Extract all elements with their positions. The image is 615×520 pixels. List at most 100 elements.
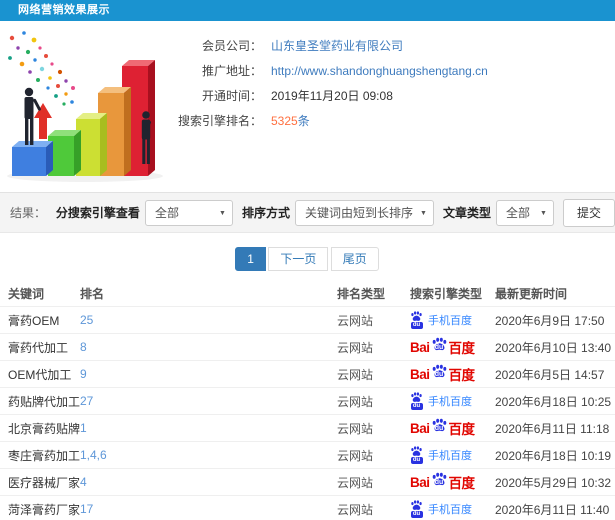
- du-label: du: [434, 371, 444, 378]
- rank-link[interactable]: 9: [80, 367, 337, 381]
- du-label: du: [434, 425, 444, 432]
- pagination: 1 下一页 尾页: [0, 247, 615, 271]
- rank-link[interactable]: 1: [80, 421, 337, 435]
- rank-count-label: 搜索引擎排名：: [178, 114, 263, 128]
- engine-cell: Bai du 百度: [410, 364, 495, 384]
- update-time-cell: 2020年6月11日 11:40: [495, 502, 610, 517]
- du-label: du: [434, 479, 444, 486]
- mobile-baidu-label: 手机百度: [428, 450, 472, 462]
- rank-link[interactable]: 8: [80, 340, 337, 354]
- mobile-baidu-label: 手机百度: [428, 396, 472, 408]
- table-row: OEM代加工 9 云网站 Bai du 百度 2020年6月5日 14:57: [0, 360, 615, 387]
- page-1-button[interactable]: 1: [235, 247, 266, 271]
- sort-label: 排序方式: [241, 206, 290, 220]
- rank-type-cell: 云网站: [337, 394, 374, 409]
- rank-type-cell: 云网站: [337, 502, 374, 517]
- baidu-logo-bai: Bai: [410, 339, 430, 355]
- open-time-value: 2019年11月20日 09:08: [271, 89, 393, 103]
- open-time-label: 开通时间：: [201, 89, 262, 103]
- engine-filter-select[interactable]: 全部 ▼: [144, 199, 233, 226]
- promo-url-label: 推广地址：: [201, 64, 262, 78]
- du-badge: du: [410, 403, 423, 410]
- keyword-cell: 医疗器械厂家: [8, 475, 81, 490]
- du-badge: du: [410, 511, 423, 518]
- baidu-paw-icon: du: [410, 392, 423, 410]
- update-time-cell: 2020年5月29日 10:32: [495, 475, 612, 490]
- filter-bar: 结果： 分搜索引擎查看 全部 ▼ 排序方式 关键词由短到长排序 ▼ 文章类型 全…: [0, 192, 615, 233]
- chevron-down-icon: ▼: [219, 209, 226, 217]
- update-time-cell: 2020年6月9日 17:50: [495, 313, 605, 328]
- confetti-dots: [8, 31, 75, 106]
- baidu-paw-icon: du: [410, 446, 423, 464]
- results-table: 关键词 排名 排名类型 搜索引擎类型 最新更新时间 膏药OEM 25 云网站 d…: [0, 281, 615, 520]
- rank-link[interactable]: 27: [80, 394, 337, 408]
- growth-chart-illustration: [0, 26, 178, 184]
- engine-filter-label: 分搜索引擎查看: [55, 206, 140, 220]
- info-row-company: 会员公司： 山东皇圣堂药业有限公司: [178, 34, 615, 59]
- table-row: 北京膏药贴牌 1 云网站 Bai du 百度 2020年6月11日 11:18: [0, 414, 615, 441]
- header-update-time: 最新更新时间: [495, 287, 568, 301]
- keyword-cell: 膏药代加工: [8, 340, 69, 355]
- rank-count-value[interactable]: 5325条: [271, 109, 310, 134]
- keyword-cell: 菏泽膏药厂家: [8, 502, 81, 517]
- info-row-open-time: 开通时间： 2019年11月20日 09:08: [178, 84, 615, 109]
- table-header-row: 关键词 排名 排名类型 搜索引擎类型 最新更新时间: [0, 281, 615, 306]
- baidu-logo-name: 百度: [448, 476, 476, 491]
- info-row-url: 推广地址： http://www.shandonghuangshengtang.…: [178, 59, 615, 84]
- sort-value: 关键词由短到长排序: [304, 205, 413, 220]
- baidu-paw-icon: du: [431, 364, 448, 380]
- article-type-label: 文章类型: [442, 206, 491, 220]
- bar-blue: [12, 141, 53, 176]
- header-engine-type: 搜索引擎类型: [410, 287, 483, 301]
- baidu-logo-name: 百度: [448, 422, 476, 437]
- table-row: 膏药代加工 8 云网站 Bai du 百度 2020年6月10日 13:40: [0, 333, 615, 360]
- baidu-logo-name: 百度: [448, 341, 476, 356]
- keyword-cell: 药贴牌代加工: [8, 394, 81, 409]
- article-type-select[interactable]: 全部 ▼: [495, 199, 554, 226]
- engine-cell: Bai du 百度: [410, 418, 495, 438]
- next-page-button[interactable]: 下一页: [268, 247, 329, 271]
- baidu-paw-icon: du: [431, 337, 448, 353]
- rank-link[interactable]: 17: [80, 502, 337, 516]
- info-row-rank-count: 搜索引擎排名： 5325条: [178, 109, 615, 134]
- update-time-cell: 2020年6月5日 14:57: [495, 367, 605, 382]
- du-badge: du: [410, 457, 423, 464]
- top-section: 会员公司： 山东皇圣堂药业有限公司 推广地址： http://www.shand…: [0, 21, 615, 186]
- bar-chart-growth-image: [7, 31, 163, 182]
- rank-link[interactable]: 25: [80, 313, 337, 327]
- table-row: 枣庄膏药加工 1,4,6 云网站 du 手机百度 2020年6月18日 10:1…: [0, 441, 615, 468]
- rank-link[interactable]: 1,4,6: [80, 448, 337, 462]
- rank-type-cell: 云网站: [337, 421, 374, 436]
- promo-url-link[interactable]: http://www.shandonghuangshengtang.cn: [271, 59, 488, 84]
- article-type-value: 全部: [505, 205, 530, 220]
- header-keyword: 关键词: [8, 287, 45, 301]
- update-time-cell: 2020年6月11日 11:18: [495, 421, 610, 436]
- table-row: 药贴牌代加工 27 云网站 du 手机百度 2020年6月18日 10:25: [0, 387, 615, 414]
- baidu-paw-icon: du: [410, 311, 423, 329]
- company-link[interactable]: 山东皇圣堂药业有限公司: [271, 34, 403, 59]
- baidu-logo-bai: Bai: [410, 366, 430, 382]
- baidu-logo: Bai du 百度: [410, 418, 475, 438]
- sort-select[interactable]: 关键词由短到长排序 ▼: [294, 199, 434, 226]
- baidu-logo: Bai du 百度: [410, 472, 475, 492]
- engine-filter-value: 全部: [154, 205, 179, 220]
- mobile-baidu-label: 手机百度: [428, 315, 472, 327]
- baidu-logo-bai: Bai: [410, 474, 430, 490]
- table-row: 菏泽膏药厂家 17 云网站 du 手机百度 2020年6月11日 11:40: [0, 495, 615, 520]
- keyword-cell: 北京膏药贴牌: [8, 421, 81, 436]
- rank-link[interactable]: 4: [80, 475, 337, 489]
- mobile-baidu-logo: du 手机百度: [410, 392, 472, 410]
- baidu-logo: Bai du 百度: [410, 337, 475, 357]
- chevron-down-icon: ▼: [540, 209, 547, 217]
- chevron-down-icon: ▼: [420, 209, 427, 217]
- baidu-logo-name: 百度: [448, 368, 476, 383]
- keyword-cell: 膏药OEM: [8, 313, 60, 328]
- engine-cell: Bai du 百度: [410, 337, 495, 357]
- rank-count-suffix: 条: [297, 114, 310, 128]
- update-time-cell: 2020年6月18日 10:19: [495, 448, 612, 463]
- submit-button[interactable]: 提交: [562, 198, 615, 227]
- mobile-baidu-logo: du 手机百度: [410, 311, 472, 329]
- last-page-button[interactable]: 尾页: [330, 247, 379, 271]
- up-arrow: [34, 103, 52, 139]
- company-label: 会员公司：: [201, 39, 262, 53]
